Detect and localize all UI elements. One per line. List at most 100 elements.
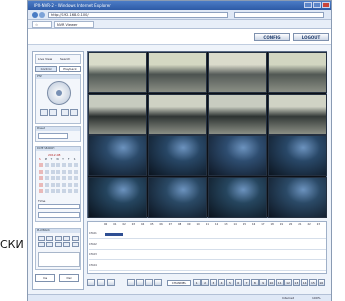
ptz-center-icon[interactable] (56, 90, 62, 96)
tab-playback[interactable]: Playback (59, 66, 81, 72)
calendar-day[interactable] (68, 176, 72, 180)
channel-button[interactable]: 9 (259, 279, 267, 286)
calendar-day[interactable] (62, 163, 67, 167)
calendar-day[interactable] (39, 176, 43, 180)
calendar-day[interactable] (50, 182, 55, 187)
maximize-button[interactable] (313, 2, 321, 8)
playback-control-button[interactable] (54, 236, 62, 241)
channel-button[interactable]: 4 (217, 279, 226, 286)
forward-icon[interactable] (39, 12, 45, 18)
search-button-row[interactable] (38, 212, 80, 218)
calendar-day[interactable] (44, 182, 49, 187)
print-icon[interactable] (107, 279, 115, 286)
recording-segment[interactable] (105, 233, 123, 236)
playback-control-button[interactable] (71, 236, 79, 241)
calendar-day[interactable] (68, 163, 72, 167)
calendar-day[interactable] (62, 169, 67, 174)
channel-button[interactable]: 13 (292, 279, 301, 286)
camera-tile[interactable] (88, 52, 147, 93)
playback-control-button[interactable] (46, 242, 54, 247)
channel-button[interactable]: 1 (193, 279, 201, 286)
camera-tile[interactable] (208, 135, 267, 176)
playback-control-button[interactable] (63, 236, 71, 241)
calendar-day[interactable] (44, 189, 49, 193)
playback-control-button[interactable] (71, 242, 79, 247)
record-icon[interactable] (97, 279, 105, 286)
search-input[interactable] (234, 12, 324, 18)
layout-3x3-icon[interactable] (145, 279, 153, 286)
zoom-out-button[interactable] (49, 109, 57, 116)
tab-nvr-viewer[interactable]: NVR Viewer (54, 21, 94, 28)
calendar-day[interactable] (73, 182, 78, 187)
channel-button[interactable]: 14 (300, 279, 309, 286)
calendar-day[interactable] (44, 163, 49, 167)
zoom-in-button[interactable] (40, 109, 48, 116)
back-icon[interactable] (32, 12, 38, 18)
channel-button[interactable]: 16 (317, 279, 325, 286)
calendar-day[interactable] (56, 182, 61, 187)
playback-control-button[interactable] (38, 236, 45, 241)
channel-button[interactable]: 10 (267, 279, 276, 286)
calendar-day[interactable] (73, 169, 78, 174)
channel-button[interactable]: 8 (251, 279, 259, 286)
calendar-grid[interactable]: SMTWTFS (39, 158, 79, 196)
calendar-day[interactable] (56, 176, 61, 180)
calendar-day[interactable] (44, 176, 49, 180)
calendar-day[interactable] (68, 182, 72, 187)
calendar-day[interactable] (39, 189, 43, 193)
playback-control-button[interactable] (38, 242, 45, 247)
channel-button[interactable]: 12 (284, 279, 292, 286)
calendar-day[interactable] (50, 176, 55, 180)
logout-button[interactable]: LOGOUT (293, 33, 329, 41)
camera-tile[interactable] (148, 93, 207, 135)
timeline-row[interactable]: CH-01 (89, 230, 326, 239)
layout-4x4-icon[interactable] (154, 279, 162, 286)
camera-tile[interactable] (268, 135, 327, 176)
calendar-day[interactable] (68, 189, 72, 193)
calendar-day[interactable] (56, 163, 61, 167)
minimize-button[interactable] (304, 2, 312, 8)
calendar-day[interactable] (62, 176, 67, 180)
channel-button[interactable]: 2 (201, 279, 209, 286)
close-button[interactable] (322, 2, 330, 8)
calendar-day[interactable] (56, 169, 61, 174)
view-mode-search[interactable]: Search (60, 57, 70, 61)
calendar-day[interactable] (56, 189, 61, 193)
channel-button[interactable]: 15 (309, 279, 317, 286)
timeline-row[interactable]: CH-03 (89, 251, 326, 260)
layout-2x2-icon[interactable] (136, 279, 144, 286)
camera-tile[interactable] (148, 52, 207, 93)
channel-button[interactable]: 7 (242, 279, 251, 286)
calendar-day[interactable] (73, 163, 78, 167)
calendar-day[interactable] (73, 189, 78, 193)
calendar-day[interactable] (50, 189, 55, 193)
channel-button[interactable]: 11 (276, 279, 284, 286)
capture-icon[interactable] (87, 279, 95, 286)
camera-tile[interactable] (208, 52, 267, 93)
view-mode-live[interactable]: Live View (38, 57, 52, 61)
focus-near-button[interactable] (61, 109, 69, 116)
calendar-day[interactable] (62, 189, 67, 193)
camera-tile[interactable] (268, 52, 327, 93)
timeline-row[interactable]: CH-04 (89, 262, 326, 271)
favorites-button[interactable]: ☆ (32, 21, 52, 28)
playback-control-button[interactable] (46, 236, 54, 241)
time-input[interactable] (38, 204, 80, 209)
channel-button[interactable]: 3 (209, 279, 218, 286)
playback-control-button[interactable] (54, 242, 62, 247)
playback-control-button[interactable] (63, 242, 71, 247)
camera-tile[interactable] (208, 176, 267, 218)
calendar-day[interactable] (73, 176, 78, 180)
camera-tile[interactable] (148, 176, 207, 218)
timeline-row[interactable]: CH-02 (89, 241, 326, 250)
playback-list[interactable] (38, 252, 80, 267)
layout-1x1-icon[interactable] (127, 279, 135, 286)
camera-tile[interactable] (268, 93, 327, 135)
tab-control[interactable]: Control (35, 66, 57, 72)
camera-tile[interactable] (88, 176, 147, 218)
focus-far-button[interactable] (70, 109, 78, 116)
timeline-rows[interactable]: CH-01 CH-02 CH-03 CH-04 (89, 230, 326, 273)
calendar-day[interactable] (39, 169, 43, 174)
address-input[interactable]: http://192.168.0.100/ (48, 12, 228, 18)
calendar-day[interactable] (50, 169, 55, 174)
